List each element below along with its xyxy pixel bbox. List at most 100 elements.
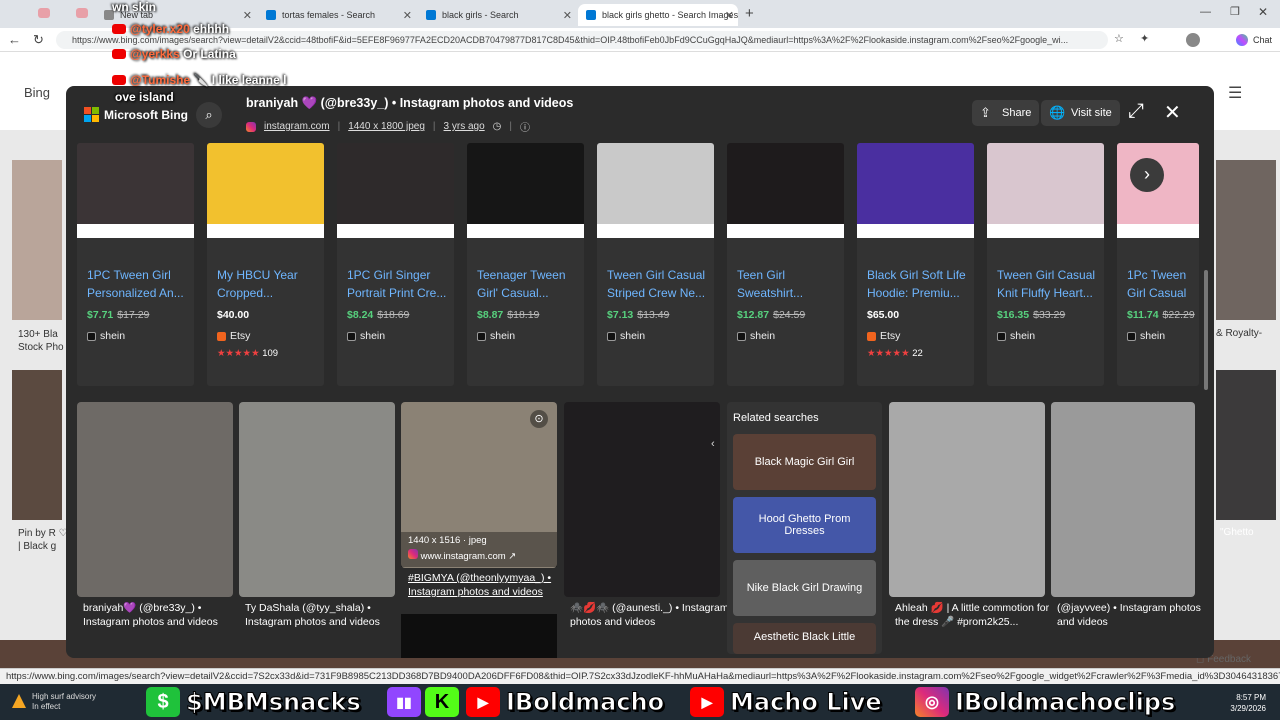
weather-alert-icon[interactable]	[12, 694, 26, 708]
shein-icon	[1127, 331, 1136, 341]
related-search-item[interactable]: Black Magic Girl Girl	[733, 434, 876, 490]
visual-search-icon[interactable]: ⊙	[530, 410, 548, 428]
new-tab-button[interactable]: +	[745, 5, 754, 22]
youtube-icon	[112, 24, 126, 34]
product-title[interactable]: Teen Girl Sweatshirt...	[737, 266, 837, 302]
result-caption[interactable]: braniyah💜 (@bre33y_) • Instagram photos …	[83, 601, 243, 629]
tab-tortas-females[interactable]: tortas females - Search ✕	[258, 4, 416, 26]
shein-icon	[607, 331, 616, 341]
age-link[interactable]: 3 yrs ago	[444, 121, 485, 132]
product-card[interactable]: Teen Girl Sweatshirt... $12.87 $24.59 shein	[727, 143, 844, 386]
youtube-tab-icon[interactable]	[38, 8, 50, 18]
youtube-icon	[112, 75, 126, 85]
profile-avatar[interactable]	[1186, 33, 1200, 47]
tab-black-girls[interactable]: black girls - Search ✕	[418, 4, 576, 26]
result-image[interactable]	[1051, 402, 1195, 597]
related-search-item[interactable]: Nike Black Girl Drawing	[733, 560, 876, 616]
background-thumbnail-4[interactable]	[1216, 370, 1276, 520]
info-icon[interactable]: ⓘ	[520, 119, 530, 134]
product-title[interactable]: Tween Girl Casual Striped Crew Ne...	[607, 266, 707, 302]
reload-icon[interactable]: ↻	[33, 32, 44, 48]
tab-label: tortas females - Search	[282, 10, 376, 20]
history-icon[interactable]: ◷	[493, 121, 502, 132]
product-image	[467, 143, 584, 238]
background-caption-3: & Royalty-	[1216, 328, 1263, 339]
dimensions-link[interactable]: 1440 x 1800 jpeg	[348, 121, 425, 132]
copilot-icon[interactable]	[1236, 34, 1248, 46]
close-icon[interactable]: ✕	[563, 9, 572, 22]
result-image[interactable]	[889, 402, 1045, 597]
back-arrow-icon[interactable]: ←	[8, 32, 21, 47]
result-image-next[interactable]	[401, 614, 557, 658]
maximize-icon[interactable]: ❐	[1230, 5, 1240, 18]
product-image	[1117, 143, 1199, 238]
youtube-tab-icon-2[interactable]	[76, 8, 88, 18]
close-icon[interactable]: ✕	[1164, 100, 1181, 125]
product-title[interactable]: Black Girl Soft Life Hoodie: Premiu...	[867, 266, 967, 302]
background-thumbnail-3[interactable]	[1216, 160, 1276, 320]
product-price: $16.35 $33.29	[997, 309, 1066, 321]
source-link[interactable]: instagram.com	[264, 121, 330, 132]
result-caption[interactable]: Ahleah 💋 | A little commotion for the dr…	[895, 601, 1055, 629]
visit-site-button[interactable]: 🌐 Visit site	[1041, 100, 1120, 126]
clock[interactable]: 8:57 PM 3/29/2026	[1230, 692, 1266, 714]
image-title[interactable]: braniyah 💜 (@bre33y_) • Instagram photos…	[246, 96, 573, 111]
microsoft-bing-logo[interactable]: Microsoft Bing	[84, 107, 188, 122]
product-card[interactable]: Black Girl Soft Life Hoodie: Premiu... $6…	[857, 143, 974, 386]
product-card[interactable]: Teenager Tween Girl' Casual... $8.87 $18.1…	[467, 143, 584, 386]
youtube-icon: ▶	[466, 687, 500, 717]
chevron-left-icon[interactable]: ‹	[711, 438, 715, 450]
product-title[interactable]: Teenager Tween Girl' Casual...	[477, 266, 577, 302]
result-caption[interactable]: (@jayvvee) • Instagram photos and videos	[1057, 601, 1203, 629]
product-card[interactable]: 1PC Girl Singer Portrait Print Cre... $8.…	[337, 143, 454, 386]
tab-black-girls-ghetto[interactable]: black girls ghetto - Search Images ✕	[578, 4, 738, 26]
background-thumbnail-2[interactable]	[12, 370, 62, 520]
product-card[interactable]: Tween Girl Casual Knit Fluffy Heart... $1…	[987, 143, 1104, 386]
chat-line: @tyler.x20 ehhhh	[112, 22, 229, 36]
search-icon[interactable]: ⌕	[196, 102, 222, 128]
product-title[interactable]: Tween Girl Casual Knit Fluffy Heart...	[997, 266, 1097, 302]
hover-site[interactable]: www.instagram.com	[421, 551, 506, 562]
close-icon[interactable]: ✕	[243, 9, 252, 22]
product-price: $8.87 $18.19	[477, 309, 540, 321]
product-card[interactable]: 1PC Tween Girl Personalized An... $7.71 $1…	[77, 143, 194, 386]
product-source: shein	[87, 330, 125, 342]
product-title[interactable]: My HBCU Year Cropped...	[217, 266, 317, 302]
product-rating: ★★★★★ 109	[217, 348, 279, 359]
minimize-icon[interactable]: —	[1200, 6, 1211, 18]
social-text: Macho Live	[730, 688, 883, 717]
product-title[interactable]: 1Pc Tween Girl Casual Printed	[1127, 266, 1199, 302]
chat-button[interactable]: Chat	[1253, 35, 1272, 45]
product-card[interactable]: Tween Girl Casual Striped Crew Ne... $7.1…	[597, 143, 714, 386]
close-icon[interactable]: ✕	[403, 9, 412, 22]
related-searches-heading: Related searches	[733, 412, 819, 424]
result-image[interactable]	[564, 402, 720, 597]
product-title[interactable]: 1PC Tween Girl Personalized An...	[87, 266, 187, 302]
bookmark-star-icon[interactable]: ☆	[1114, 32, 1124, 45]
product-card[interactable]: My HBCU Year Cropped... $40.00 Etsy ★★★★★ 1…	[207, 143, 324, 386]
product-title[interactable]: 1PC Girl Singer Portrait Print Cre...	[347, 266, 447, 302]
result-caption[interactable]: 🕷️💋🕷️ (@aunesti._) • Instagram photos an…	[570, 601, 730, 629]
shein-icon	[997, 331, 1006, 341]
result-caption[interactable]: #BIGMYA (@theonlyymyaa_) • Instagram pho…	[408, 571, 568, 599]
product-price: $65.00	[867, 309, 900, 321]
expand-icon[interactable]: ⤢	[1128, 100, 1144, 123]
share-button[interactable]: ⇪ Share	[972, 100, 1040, 126]
product-source: shein	[997, 330, 1035, 342]
product-price: $7.13 $13.49	[607, 309, 670, 321]
weather-widget[interactable]: High surf advisory In effect	[32, 692, 96, 712]
close-icon[interactable]: ✕	[725, 9, 734, 22]
hamburger-menu-icon[interactable]: ☰	[1228, 83, 1242, 103]
result-caption[interactable]: Ty DaShala (@tyy_shala) • Instagram phot…	[245, 601, 405, 629]
result-image[interactable]	[239, 402, 395, 597]
related-search-item[interactable]: Aesthetic Black Little	[733, 623, 876, 654]
overlay-scrollbar[interactable]	[1204, 270, 1208, 390]
carousel-next-button[interactable]: ›	[1130, 158, 1164, 192]
social-youtube-live: ▶ Macho Live	[690, 686, 882, 718]
background-thumbnail[interactable]	[12, 160, 62, 320]
social-youtube: ▶ IBoldmacho	[466, 686, 665, 718]
related-search-item[interactable]: Hood Ghetto Prom Dresses	[733, 497, 876, 553]
window-close-icon[interactable]: ✕	[1258, 5, 1268, 19]
extensions-icon[interactable]: ✦	[1140, 32, 1149, 45]
result-image[interactable]	[77, 402, 233, 597]
